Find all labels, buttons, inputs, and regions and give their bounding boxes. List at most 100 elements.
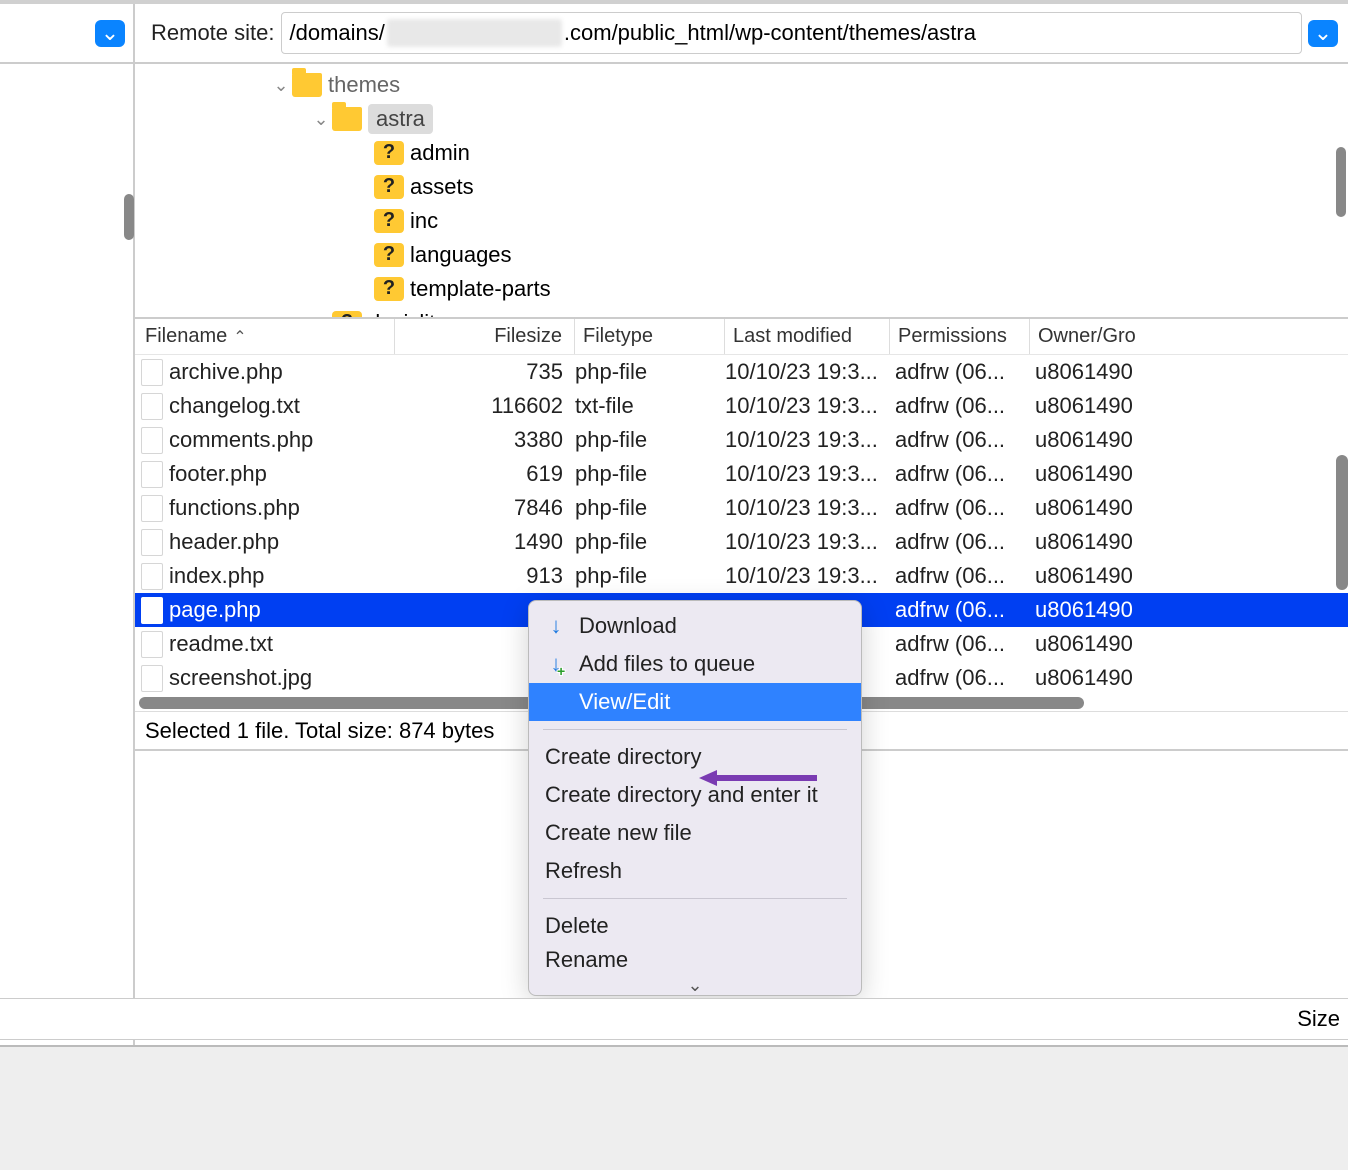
file-name: footer.php <box>169 461 395 487</box>
remote-path-dropdown[interactable]: ⌄ <box>1308 20 1338 47</box>
tree-item-themes[interactable]: ⌄ themes <box>135 68 1348 102</box>
file-permissions: adfrw (06... <box>895 427 1035 453</box>
col-filesize[interactable]: Filesize <box>395 319 575 354</box>
tree-item-inc[interactable]: inc <box>135 204 1348 238</box>
col-filetype[interactable]: Filetype <box>575 319 725 354</box>
file-owner: u8061490 <box>1035 427 1348 453</box>
file-modified: 10/10/23 19:3... <box>725 461 895 487</box>
file-name: readme.txt <box>169 631 395 657</box>
scrollbar-thumb[interactable] <box>1336 455 1348 590</box>
file-owner: u8061490 <box>1035 597 1348 623</box>
tree-item-label: languages <box>410 242 512 268</box>
file-permissions: adfrw (06... <box>895 495 1035 521</box>
file-permissions: adfrw (06... <box>895 665 1035 691</box>
download-icon <box>545 613 567 639</box>
remote-tree[interactable]: ⌄ themes ⌄ astraadminassetsinc languages temp… <box>135 64 1348 319</box>
expand-icon[interactable]: ⌄ <box>270 75 292 96</box>
path-domain-blur <box>387 19 562 47</box>
file-owner: u8061490 <box>1035 359 1348 385</box>
file-size: 735 <box>395 359 575 385</box>
ctx-rename[interactable]: Rename <box>529 945 861 975</box>
tree-item-assets[interactable]: assets <box>135 170 1348 204</box>
file-modified: 10/10/23 19:3... <box>725 393 895 419</box>
file-name: index.php <box>169 563 395 589</box>
tree-item-dosislite[interactable]: dosislite <box>135 306 1348 319</box>
file-row[interactable]: archive.php735php-file10/10/23 19:3...ad… <box>135 355 1348 389</box>
file-name: changelog.txt <box>169 393 395 419</box>
file-row[interactable]: changelog.txt116602txt-file10/10/23 19:3… <box>135 389 1348 423</box>
file-modified: 10/10/23 19:3... <box>725 495 895 521</box>
file-owner: u8061490 <box>1035 495 1348 521</box>
path-prefix: /domains/ <box>290 20 385 46</box>
remote-path-input[interactable]: /domains/ .com/public_html/wp-content/th… <box>281 12 1303 54</box>
scrollbar-thumb[interactable] <box>124 194 134 240</box>
separator <box>543 898 847 899</box>
ctx-delete[interactable]: Delete <box>529 907 861 945</box>
tree-item-label: template-parts <box>410 276 551 302</box>
file-modified: 10/10/23 19:3... <box>725 563 895 589</box>
ctx-view-edit[interactable]: View/Edit <box>529 683 861 721</box>
file-icon <box>141 461 163 488</box>
tree-item-languages[interactable]: languages <box>135 238 1348 272</box>
tree-item-astra[interactable]: ⌄ astra <box>135 102 1348 136</box>
ctx-download[interactable]: Download <box>529 607 861 645</box>
file-modified: 10/10/23 19:3... <box>725 427 895 453</box>
ctx-create-file[interactable]: Create new file <box>529 814 861 852</box>
file-owner: u8061490 <box>1035 393 1348 419</box>
file-type: php-file <box>575 359 725 385</box>
file-type: txt-file <box>575 393 725 419</box>
folder-unknown-icon <box>374 209 404 233</box>
file-size: 3380 <box>395 427 575 453</box>
file-icon <box>141 359 163 386</box>
col-lastmodified[interactable]: Last modified <box>725 319 890 354</box>
tree-item-admin[interactable]: admin <box>135 136 1348 170</box>
ctx-add-queue[interactable]: Add files to queue <box>529 645 861 683</box>
tree-item-label: themes <box>328 72 400 98</box>
file-size: 7846 <box>395 495 575 521</box>
file-size: 619 <box>395 461 575 487</box>
ctx-create-directory[interactable]: Create directory <box>529 738 861 776</box>
file-name: archive.php <box>169 359 395 385</box>
separator <box>543 729 847 730</box>
file-type: php-file <box>575 461 725 487</box>
file-modified: 10/10/23 19:3... <box>725 529 895 555</box>
file-size: 913 <box>395 563 575 589</box>
file-icon <box>141 427 163 454</box>
local-path-dropdown[interactable]: ⌄ <box>95 20 125 47</box>
remote-path-bar: Remote site: /domains/ .com/public_html/… <box>135 4 1348 64</box>
file-type: php-file <box>575 563 725 589</box>
remote-path-label: Remote site: <box>151 20 275 46</box>
tree-item-template-parts[interactable]: template-parts <box>135 272 1348 306</box>
col-owner[interactable]: Owner/Gro <box>1030 319 1348 354</box>
file-row[interactable]: header.php1490php-file10/10/23 19:3...ad… <box>135 525 1348 559</box>
file-type: php-file <box>575 427 725 453</box>
ctx-expand-more[interactable]: ⌄ <box>529 975 861 995</box>
file-owner: u8061490 <box>1035 529 1348 555</box>
col-filename[interactable]: Filename ⌃ <box>135 319 395 354</box>
file-row[interactable]: index.php913php-file10/10/23 19:3...adfr… <box>135 559 1348 593</box>
file-permissions: adfrw (06... <box>895 631 1035 657</box>
file-name: page.php <box>169 597 395 623</box>
bottom-fade <box>0 1045 1348 1170</box>
file-icon <box>141 529 163 556</box>
chevron-down-icon: ⌄ <box>687 975 702 995</box>
file-name: comments.php <box>169 427 395 453</box>
file-modified: 10/10/23 19:3... <box>725 359 895 385</box>
scrollbar-thumb[interactable] <box>1336 147 1346 217</box>
tree-item-label: astra <box>368 104 433 134</box>
ctx-refresh[interactable]: Refresh <box>529 852 861 890</box>
ctx-create-directory-enter[interactable]: Create directory and enter it <box>529 776 861 814</box>
file-owner: u8061490 <box>1035 563 1348 589</box>
local-panel: ⌄ <box>0 4 135 1170</box>
file-row[interactable]: functions.php7846php-file10/10/23 19:3..… <box>135 491 1348 525</box>
file-type: php-file <box>575 529 725 555</box>
col-permissions[interactable]: Permissions <box>890 319 1030 354</box>
file-icon <box>141 495 163 522</box>
file-owner: u8061490 <box>1035 665 1348 691</box>
file-row[interactable]: footer.php619php-file10/10/23 19:3...adf… <box>135 457 1348 491</box>
folder-unknown-icon <box>374 141 404 165</box>
file-row[interactable]: comments.php3380php-file10/10/23 19:3...… <box>135 423 1348 457</box>
file-permissions: adfrw (06... <box>895 461 1035 487</box>
chevron-down-icon: ⌄ <box>1314 20 1332 46</box>
expand-icon[interactable]: ⌄ <box>310 109 332 130</box>
